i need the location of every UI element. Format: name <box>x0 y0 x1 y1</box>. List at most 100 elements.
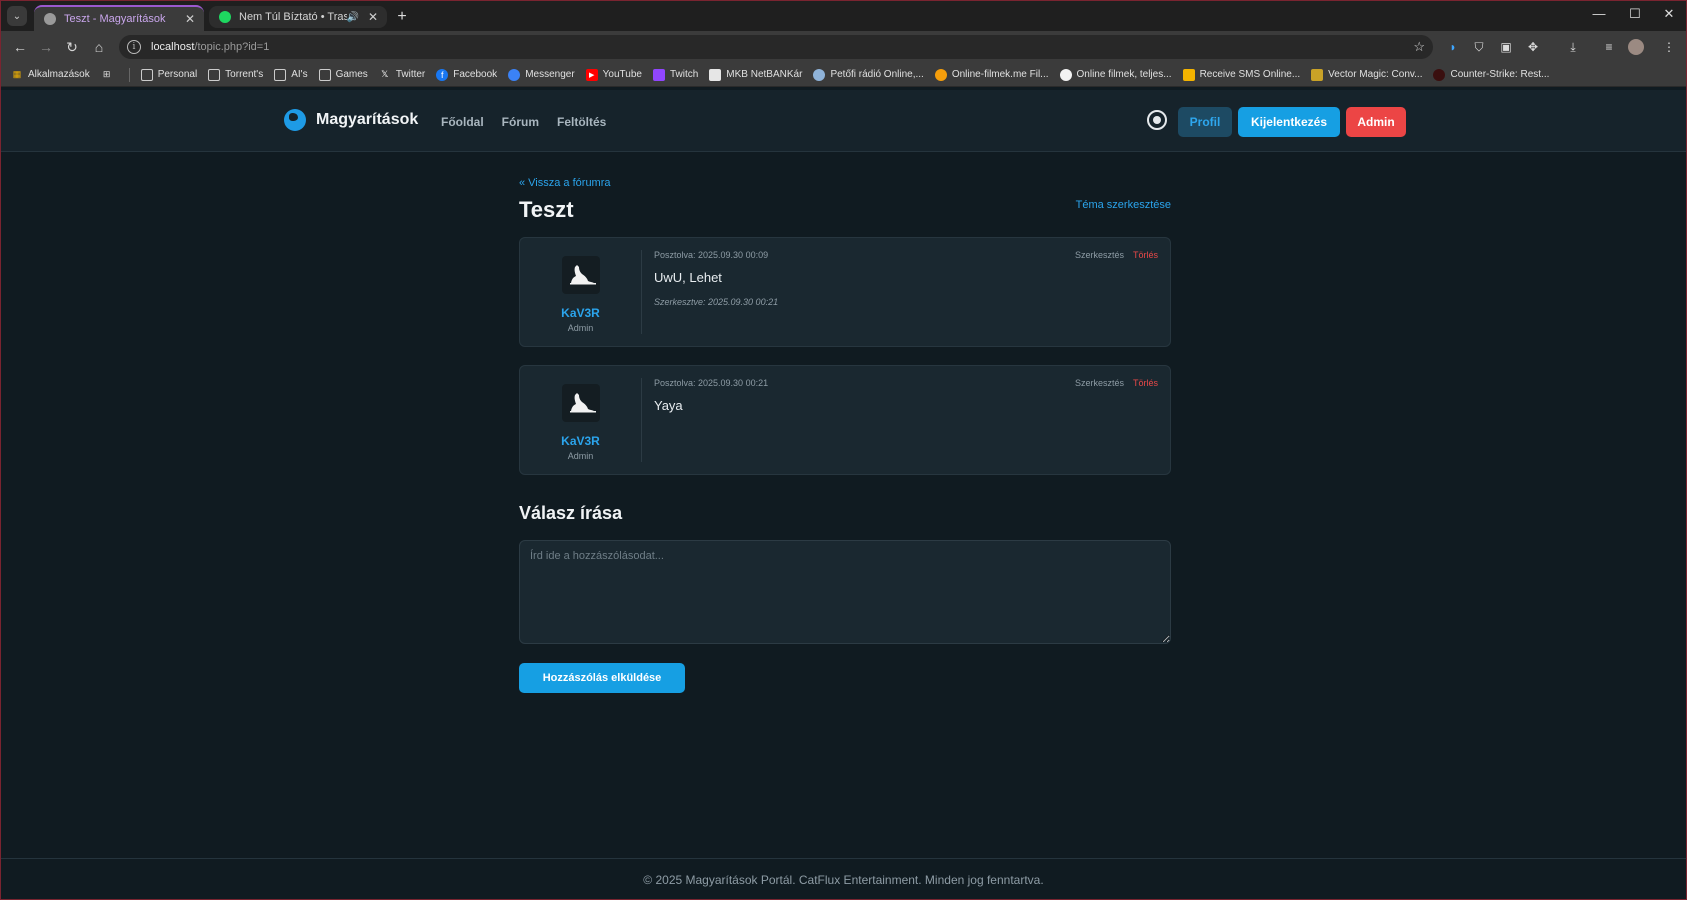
bookmark-vector-magic[interactable]: Vector Magic: Conv... <box>1311 68 1423 81</box>
bookmark-label: MKB NetBANKár <box>726 69 803 80</box>
edit-topic-link[interactable]: Téma szerkesztése <box>1076 199 1171 211</box>
bookmark-label: Twitter <box>395 69 426 80</box>
minimize-icon[interactable]: — <box>1589 6 1609 21</box>
tab-active[interactable]: Teszt - Magyarítások ✕ <box>34 5 204 31</box>
nav-forum[interactable]: Fórum <box>502 115 539 129</box>
delete-post-link[interactable]: Törlés <box>1133 250 1158 260</box>
delete-post-link[interactable]: Törlés <box>1133 378 1158 388</box>
url-host: localhost <box>151 41 195 53</box>
bookmark-grid[interactable]: ⊞ <box>101 69 118 81</box>
close-window-icon[interactable]: ✕ <box>1659 6 1679 22</box>
avatar[interactable] <box>561 384 600 422</box>
avatar[interactable] <box>561 256 600 294</box>
bookmark-receive-sms[interactable]: Receive SMS Online... <box>1182 68 1301 81</box>
new-tab-icon[interactable]: + <box>392 7 412 27</box>
bookmark-youtube[interactable]: ▶ YouTube <box>585 68 642 81</box>
profile-avatar-icon[interactable] <box>1628 39 1644 55</box>
bookmark-messenger[interactable]: Messenger <box>508 68 575 81</box>
author-name[interactable]: KaV3R <box>520 434 641 448</box>
close-tab-icon[interactable]: ✕ <box>182 12 198 26</box>
bookmark-apps[interactable]: ▦ Alkalmazások <box>11 69 90 81</box>
post-edited-note: Szerkesztve: 2025.09.30 00:21 <box>654 297 779 307</box>
nav-upload[interactable]: Feltöltés <box>557 115 606 129</box>
bookmark-folder-torrents[interactable]: Torrent's <box>208 68 264 81</box>
close-tab-icon[interactable]: ✕ <box>365 10 381 24</box>
bookmark-label: Torrent's <box>225 69 264 80</box>
messenger-icon <box>508 68 521 81</box>
bookmark-label: Facebook <box>453 69 498 80</box>
divider <box>128 67 130 82</box>
brand-name: Magyarítások <box>316 111 419 128</box>
download-icon[interactable]: ⤓ <box>1565 39 1581 55</box>
ferret-avatar-icon <box>569 265 596 285</box>
bookmark-label: Online-filmek.me Fil... <box>951 69 1049 80</box>
bookmark-online-filmek-me[interactable]: Online-filmek.me Fil... <box>934 68 1049 81</box>
forward-icon[interactable]: → <box>35 37 57 57</box>
extension-icon[interactable]: ▣ <box>1498 39 1514 55</box>
extension-icon[interactable]: ◗ <box>1445 39 1461 55</box>
bookmark-folder-games[interactable]: Games <box>318 68 368 81</box>
post-text: UwU, Lehet <box>654 270 722 285</box>
post-author: KaV3R Admin <box>520 250 642 334</box>
twitch-icon <box>652 68 665 81</box>
edit-post-link[interactable]: Szerkesztés <box>1075 250 1124 260</box>
bookmark-label: AI's <box>291 69 308 80</box>
apps-grid-icon: ▦ <box>12 69 22 79</box>
reply-textarea[interactable] <box>519 540 1171 644</box>
puzzle-icon[interactable]: ✥ <box>1525 39 1541 55</box>
author-name[interactable]: KaV3R <box>520 306 641 320</box>
bookmark-label: Vector Magic: Conv... <box>1328 69 1423 80</box>
bookmark-label: Twitch <box>669 69 699 80</box>
site-footer: © 2025 Magyarítások Portál. CatFlux Ente… <box>1 858 1686 899</box>
tab-title: Nem Túl Bíztató • Trashkat… <box>239 11 347 23</box>
maximize-icon[interactable]: ☐ <box>1625 6 1645 22</box>
admin-button[interactable]: Admin <box>1346 107 1406 137</box>
audio-playing-icon[interactable]: 🔊 <box>347 12 359 23</box>
bookmark-twitter[interactable]: 𝕏 Twitter <box>379 69 425 81</box>
bookmarks-bar: ▦ Alkalmazások ⊞ Personal Torrent's AI's… <box>1 63 1686 87</box>
bookmark-mkb[interactable]: MKB NetBANKár <box>709 68 803 81</box>
topic-main: « Vissza a fórumra Teszt Téma szerkeszté… <box>519 177 1171 693</box>
tab-search-icon[interactable]: ⌄ <box>7 6 27 26</box>
edit-post-link[interactable]: Szerkesztés <box>1075 378 1124 388</box>
site-logo[interactable]: Magyarítások <box>284 109 418 131</box>
profile-button[interactable]: Profil <box>1178 107 1232 137</box>
bookmark-star-icon[interactable]: ☆ <box>1413 39 1425 55</box>
logout-button[interactable]: Kijelentkezés <box>1238 107 1340 137</box>
bookmark-facebook[interactable]: f Facebook <box>436 68 498 81</box>
nav-home[interactable]: Főoldal <box>441 115 484 129</box>
sms-icon <box>1182 68 1195 81</box>
folder-icon <box>318 68 331 81</box>
back-icon[interactable]: ← <box>9 37 31 57</box>
reply-heading: Válasz írása <box>519 503 623 523</box>
bookmark-counter-strike[interactable]: Counter-Strike: Rest... <box>1433 68 1549 81</box>
site-info-icon[interactable]: i <box>127 40 141 54</box>
media-control-icon[interactable]: ≡ <box>1601 39 1617 55</box>
menu-icon[interactable]: ⋮ <box>1661 39 1677 55</box>
address-bar-row: ← → ↻ ⌂ i localhost/topic.php?id=1 ☆ ◗ ⛉… <box>1 31 1686 63</box>
back-to-forum-link[interactable]: « Vissza a fórumra <box>519 177 1171 189</box>
x-logo-icon: 𝕏 <box>381 69 389 79</box>
browser-window: ⌄ Teszt - Magyarítások ✕ Nem Túl Bíztató… <box>0 0 1687 900</box>
post-author: KaV3R Admin <box>520 378 642 462</box>
tab-spotify[interactable]: Nem Túl Bíztató • Trashkat… 🔊 ✕ <box>209 6 387 28</box>
post-body: Posztolva: 2025.09.30 00:09 Szerkesztés … <box>654 250 1158 307</box>
bookmark-online-filmek[interactable]: Online filmek, teljes... <box>1059 68 1172 81</box>
home-icon[interactable]: ⌂ <box>88 37 110 57</box>
bookmark-twitch[interactable]: Twitch <box>652 68 699 81</box>
shield-icon[interactable]: ⛉ <box>1471 39 1487 55</box>
tab-bar: ⌄ Teszt - Magyarítások ✕ Nem Túl Bíztató… <box>1 1 1686 31</box>
submit-reply-button[interactable]: Hozzászólás elküldése <box>519 663 685 693</box>
bookmark-folder-personal[interactable]: Personal <box>140 68 197 81</box>
main-nav: Főoldal Fórum Feltöltés <box>441 115 606 129</box>
bookmark-petofi[interactable]: Petőfi rádió Online,... <box>813 68 924 81</box>
ferret-avatar-icon <box>569 393 596 413</box>
bookmark-folder-ais[interactable]: AI's <box>274 68 308 81</box>
folder-icon <box>140 68 153 81</box>
bookmark-label: Receive SMS Online... <box>1199 69 1301 80</box>
url-input[interactable]: i localhost/topic.php?id=1 ☆ <box>119 35 1433 59</box>
reload-icon[interactable]: ↻ <box>61 37 83 57</box>
youtube-icon: ▶ <box>585 68 598 81</box>
play-icon <box>934 68 947 81</box>
theme-toggle-icon[interactable] <box>1147 110 1167 130</box>
